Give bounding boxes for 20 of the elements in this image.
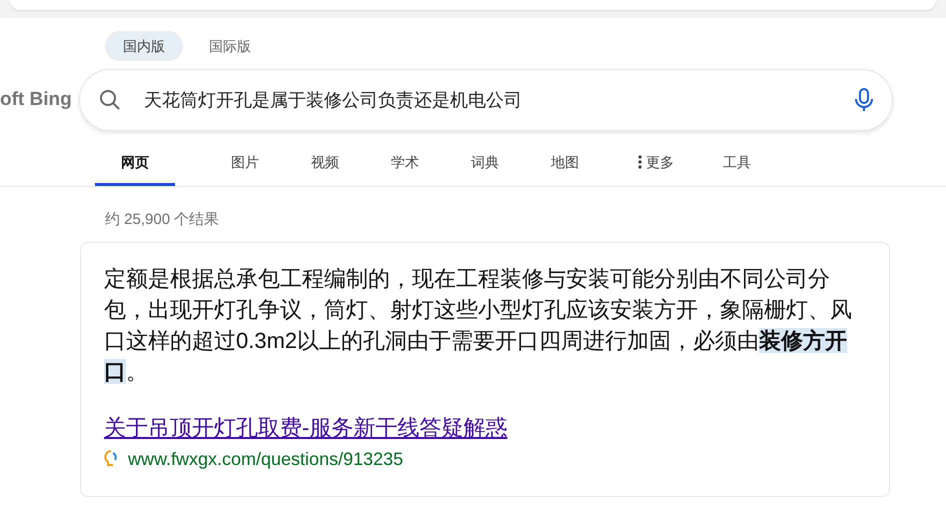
nav-tab[interactable]: 学术 [365,141,445,186]
search-field[interactable]: 天花筒灯开孔是属于装修公司负责还是机电公司 [80,70,892,130]
result-count: 约 25,900 个结果 [105,210,220,230]
nav-tab[interactable]: 视频 [285,141,365,186]
search-query: 天花筒灯开孔是属于装修公司负责还是机电公司 [144,88,523,112]
nav-tab[interactable]: 地图 [525,141,605,186]
nav-tab[interactable]: 图片 [205,141,285,186]
source-link[interactable]: 关于吊顶开灯孔取费-服务新干线答疑解惑 [104,414,508,442]
nav-tab[interactable]: 工具 [697,141,777,186]
nav-tab[interactable]: 词典 [445,141,525,186]
site-favicon [104,450,118,468]
answer-text: 定额是根据总承包工程编制的，现在工程装修与安装可能分别由不同公司分包，出现开灯孔争议，筒灯、射灯这些小型灯孔应该安装方开，象隔栅灯、风口这样的超过0.3m2以上的孔洞由于需要开口四周进行加固，必须由装修方开口。 [104,264,853,386]
logo-text: oft Bing [0,88,73,112]
microphone-icon[interactable] [854,87,874,113]
search-icon [98,88,122,112]
region-tab[interactable]: 国际版 [191,31,269,61]
more-icon [638,155,642,169]
source-url: www.fwxgx.com/questions/913235 [128,448,404,471]
nav-tab[interactable]: 更多 [615,141,697,186]
region-tab[interactable]: 国内版 [105,31,183,61]
